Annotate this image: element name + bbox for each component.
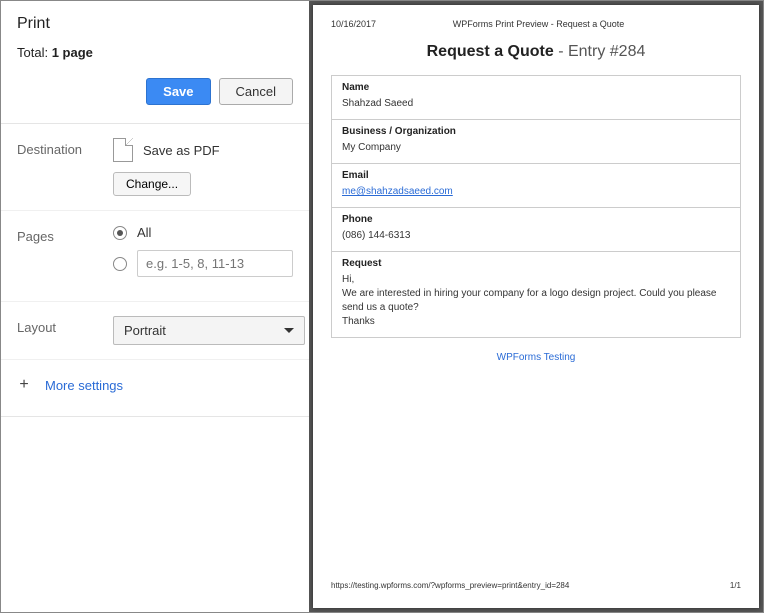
preview-page: 10/16/2017 WPForms Print Preview - Reque… (313, 5, 759, 608)
save-button[interactable]: Save (146, 78, 210, 105)
panel-title: Print (17, 15, 293, 33)
preview-footer-link[interactable]: WPForms Testing (331, 352, 741, 363)
destination-section: Destination Save as PDF Change... (1, 124, 309, 211)
preview-url: https://testing.wpforms.com/?wpforms_pre… (331, 581, 569, 590)
pages-section: Pages All (1, 211, 309, 302)
more-settings-row[interactable]: + More settings (1, 360, 309, 410)
field-request: Request Hi,We are interested in hiring y… (332, 252, 740, 337)
chevron-down-icon (284, 328, 294, 333)
preview-form-title: Request a Quote - Entry #284 (331, 43, 741, 61)
layout-label: Layout (17, 316, 113, 345)
field-business: Business / Organization My Company (332, 120, 740, 164)
cancel-button[interactable]: Cancel (219, 78, 293, 105)
pages-label: Pages (17, 225, 113, 287)
email-link[interactable]: me@shahzadsaeed.com (342, 186, 453, 197)
preview-doctitle: WPForms Print Preview - Request a Quote (453, 19, 625, 29)
preview-form-box: Name Shahzad Saeed Business / Organizati… (331, 75, 741, 338)
preview-date: 10/16/2017 (331, 19, 376, 29)
more-settings-link: More settings (45, 378, 123, 393)
layout-section: Layout Portrait (1, 302, 309, 360)
field-email: Email me@shahzadsaeed.com (332, 164, 740, 208)
pages-custom-radio[interactable] (113, 257, 127, 271)
plus-icon: + (17, 376, 31, 394)
field-phone: Phone (086) 144-6313 (332, 208, 740, 252)
pages-custom-input[interactable] (137, 250, 293, 277)
print-preview-area: 10/16/2017 WPForms Print Preview - Reque… (309, 1, 763, 612)
destination-label: Destination (17, 138, 113, 196)
pdf-icon (113, 138, 133, 162)
preview-pagenum: 1/1 (730, 581, 741, 590)
pages-all-label: All (137, 225, 151, 240)
change-destination-button[interactable]: Change... (113, 172, 191, 196)
pages-all-radio[interactable] (113, 226, 127, 240)
destination-value: Save as PDF (143, 143, 220, 158)
request-text: Hi,We are interested in hiring your comp… (342, 273, 730, 329)
layout-value: Portrait (124, 323, 166, 338)
print-settings-panel: Print Total: 1 page Save Cancel Destinat… (1, 1, 309, 612)
field-name: Name Shahzad Saeed (332, 76, 740, 120)
total-line: Total: 1 page (1, 41, 309, 72)
layout-select[interactable]: Portrait (113, 316, 305, 345)
